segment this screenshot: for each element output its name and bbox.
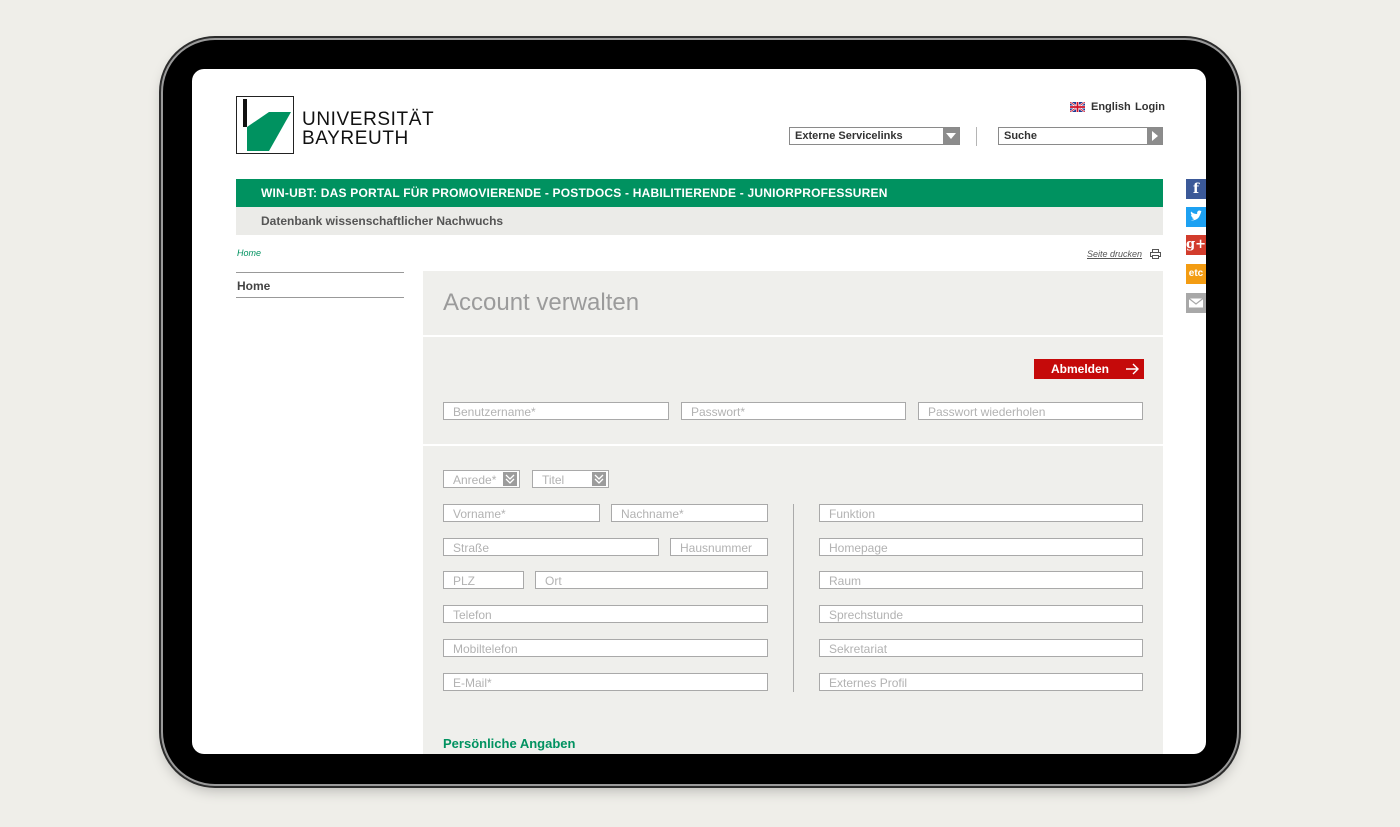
personal-data-section-title: Persönliche Angaben bbox=[443, 736, 576, 751]
university-logo-mark[interactable] bbox=[236, 96, 294, 154]
external-servicelinks-select[interactable]: Externe Servicelinks bbox=[789, 127, 960, 145]
portal-title-bar[interactable]: WIN-UBT: DAS PORTAL FÜR PROMOVIERENDE - … bbox=[236, 179, 1163, 207]
secretariat-field[interactable]: Sekretariat bbox=[819, 639, 1143, 657]
chevron-down-icon[interactable] bbox=[943, 128, 959, 144]
facebook-share-icon[interactable]: f bbox=[1186, 179, 1206, 199]
section-separator bbox=[423, 335, 1163, 337]
more-share-options-icon[interactable]: etc bbox=[1186, 264, 1206, 284]
uk-flag-icon[interactable] bbox=[1070, 102, 1085, 112]
google-plus-share-icon[interactable]: g+ bbox=[1186, 235, 1206, 255]
university-logo-text: UNIVERSITÄT BAYREUTH bbox=[302, 110, 434, 148]
servicelinks-selected-value: Externe Servicelinks bbox=[795, 130, 903, 142]
mail-share-icon[interactable] bbox=[1186, 293, 1206, 313]
sidebar-item-label: Home bbox=[237, 279, 271, 293]
logout-button[interactable]: Abmelden bbox=[1034, 359, 1144, 379]
room-field[interactable]: Raum bbox=[819, 571, 1143, 589]
search-input[interactable]: Suche bbox=[998, 127, 1163, 145]
double-chevron-down-icon[interactable] bbox=[592, 472, 606, 486]
page-title: Account verwalten bbox=[443, 289, 640, 316]
portal-subtitle-bar[interactable]: Datenbank wissenschaftlicher Nachwuchs bbox=[236, 207, 1163, 235]
logo-line-2: BAYREUTH bbox=[302, 128, 409, 149]
search-submit-icon[interactable] bbox=[1147, 128, 1162, 144]
email-field[interactable]: E-Mail* bbox=[443, 673, 768, 691]
last-name-field[interactable]: Nachname* bbox=[611, 504, 768, 522]
function-field[interactable]: Funktion bbox=[819, 504, 1143, 522]
logo-line-1: UNIVERSITÄT bbox=[302, 109, 435, 130]
phone-field[interactable]: Telefon bbox=[443, 605, 768, 623]
arrow-right-icon bbox=[1126, 363, 1139, 375]
search-placeholder: Suche bbox=[1004, 130, 1038, 142]
twitter-bird-icon bbox=[1190, 210, 1203, 221]
password-repeat-field[interactable]: Passwort wiederholen bbox=[918, 402, 1143, 420]
street-field[interactable]: Straße bbox=[443, 538, 659, 556]
first-name-field[interactable]: Vorname* bbox=[443, 504, 600, 522]
zip-field[interactable]: PLZ bbox=[443, 571, 524, 589]
sidebar-item-home[interactable]: Home bbox=[236, 272, 404, 298]
house-number-field[interactable]: Hausnummer bbox=[670, 538, 768, 556]
homepage-field[interactable]: Homepage bbox=[819, 538, 1143, 556]
salutation-select[interactable]: Anrede* bbox=[443, 470, 520, 488]
printer-icon[interactable] bbox=[1150, 249, 1161, 259]
username-field[interactable]: Benutzername* bbox=[443, 402, 669, 420]
english-language-link[interactable]: English bbox=[1091, 101, 1131, 113]
section-separator bbox=[423, 444, 1163, 446]
office-hours-field[interactable]: Sprechstunde bbox=[819, 605, 1143, 623]
password-field[interactable]: Passwort* bbox=[681, 402, 906, 420]
double-chevron-down-icon[interactable] bbox=[503, 472, 517, 486]
logo-graphic-icon bbox=[243, 99, 291, 151]
print-page-link[interactable]: Seite drucken bbox=[1087, 249, 1142, 259]
salutation-value: Anrede* bbox=[453, 473, 497, 487]
envelope-icon bbox=[1188, 298, 1204, 308]
logout-button-label: Abmelden bbox=[1051, 362, 1110, 376]
mobile-field[interactable]: Mobiltelefon bbox=[443, 639, 768, 657]
breadcrumb-home-link[interactable]: Home bbox=[237, 248, 261, 258]
twitter-share-icon[interactable] bbox=[1186, 207, 1206, 227]
login-link[interactable]: Login bbox=[1135, 101, 1165, 113]
column-divider bbox=[793, 504, 794, 692]
browser-screen: UNIVERSITÄT BAYREUTH English Login Exter… bbox=[192, 69, 1206, 754]
header-divider bbox=[976, 127, 977, 146]
title-value: Titel bbox=[542, 473, 565, 487]
external-profile-field[interactable]: Externes Profil bbox=[819, 673, 1143, 691]
city-field[interactable]: Ort bbox=[535, 571, 768, 589]
title-select[interactable]: Titel bbox=[532, 470, 609, 488]
